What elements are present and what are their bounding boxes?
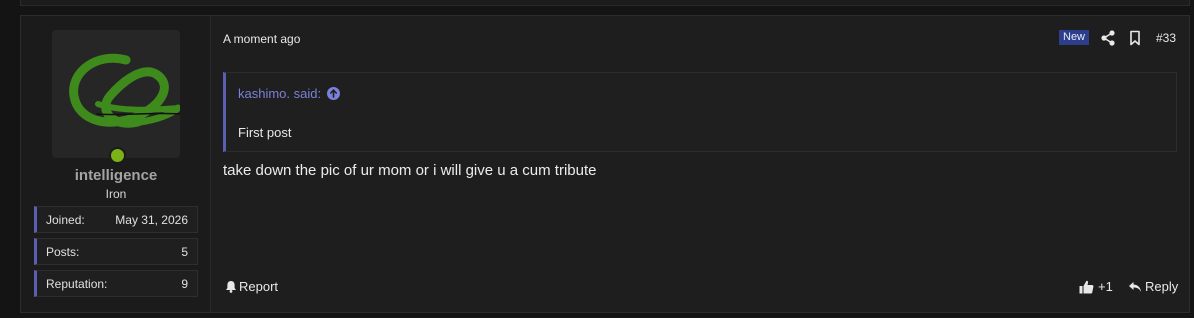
report-button[interactable]: Report [225, 279, 278, 294]
like-count: +1 [1098, 279, 1113, 294]
post-timestamp[interactable]: A moment ago [223, 32, 300, 46]
user-info-column: intelligence Iron Joined: May 31, 2026 P… [21, 16, 211, 312]
stat-label: Reputation: [46, 277, 108, 291]
quote-block: kashimo. said: First post [223, 72, 1177, 152]
stat-label: Joined: [46, 213, 85, 227]
quote-header[interactable]: kashimo. said: [238, 86, 341, 101]
post-content: A moment ago New #33 kashimo. said: Firs… [211, 16, 1189, 312]
reply-label: Reply [1145, 279, 1179, 294]
quote-text: First post [238, 125, 292, 140]
stat-value: 5 [181, 245, 188, 259]
reply-arrow-icon [1129, 281, 1141, 292]
post-message: take down the pic of ur mom or i will gi… [223, 162, 597, 179]
post-number[interactable]: #33 [1156, 31, 1176, 45]
quote-arrow-icon[interactable] [327, 87, 341, 100]
avatar[interactable] [52, 30, 180, 158]
stat-row-joined: Joined: May 31, 2026 [34, 206, 198, 233]
bookmark-icon[interactable] [1129, 30, 1141, 46]
previous-post-edge [20, 0, 1190, 6]
quote-author[interactable]: kashimo. said: [238, 86, 321, 101]
user-title: Iron [105, 187, 127, 201]
forum-post: intelligence Iron Joined: May 31, 2026 P… [20, 15, 1190, 313]
thumbs-up-icon [1079, 280, 1094, 293]
stat-value: May 31, 2026 [115, 213, 188, 227]
like-button[interactable]: +1 [1079, 279, 1113, 294]
reply-button[interactable]: Reply [1128, 279, 1178, 294]
share-icon[interactable] [1101, 30, 1115, 46]
stat-value: 9 [181, 277, 188, 291]
username[interactable]: intelligence [21, 167, 211, 184]
avatar-logo [69, 53, 180, 128]
online-status-indicator [109, 147, 126, 164]
stat-row-posts: Posts: 5 [34, 238, 198, 265]
report-label: Report [239, 279, 279, 294]
stat-row-reputation: Reputation: 9 [34, 270, 198, 297]
stat-label: Posts: [46, 245, 80, 259]
bell-icon [226, 281, 236, 293]
new-badge: New [1059, 30, 1090, 45]
